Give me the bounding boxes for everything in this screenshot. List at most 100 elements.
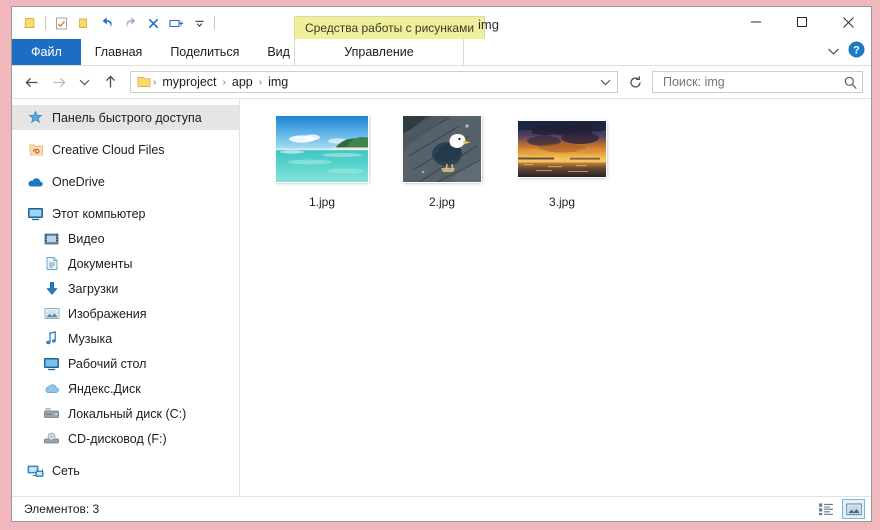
pictures-icon [42,305,61,322]
new-folder-icon[interactable] [73,12,95,34]
sidebar-item-onedrive[interactable]: OneDrive [12,169,239,194]
address-bar-row: › myproject › app › img [12,66,871,98]
maximize-button[interactable] [779,7,825,37]
sidebar-item-label: Загрузки [68,281,119,296]
svg-text:?: ? [853,44,860,56]
videos-icon [42,230,61,247]
file-name: 2.jpg [428,195,456,209]
sidebar-gap-3 [12,194,239,201]
tab-manage[interactable]: Управление [294,39,464,65]
window-title: img [478,17,499,32]
search-box[interactable] [652,71,863,93]
sidebar-item-label: Видео [68,231,105,246]
redo-icon[interactable] [119,12,141,34]
downloads-icon [42,280,61,297]
title-bar: Средства работы с рисунками img [12,7,871,39]
sidebar-item-label: Яндекс.Диск [68,381,141,396]
breadcrumb[interactable]: › myproject › app › img [130,71,618,93]
ribbon-tab-bar: Файл Главная Поделиться Вид Управление ? [12,39,871,66]
breadcrumb-item-myproject[interactable]: myproject [157,75,221,89]
sidebar-item-label: Панель быстрого доступа [52,110,202,125]
tab-share[interactable]: Поделиться [156,39,253,65]
sidebar-item-network[interactable]: Сеть [12,458,239,483]
yandex-disk-icon [42,380,61,397]
help-icon[interactable]: ? [848,41,865,63]
undo-icon[interactable] [96,12,118,34]
refresh-button[interactable] [624,71,646,93]
qat-chevron-down-icon[interactable] [188,12,210,34]
network-icon [26,462,45,479]
forward-button[interactable] [46,70,70,94]
back-button[interactable] [20,70,44,94]
window-controls [733,7,871,37]
qat-separator-2 [214,16,215,30]
breadcrumb-item-app[interactable]: app [227,75,258,89]
onedrive-icon [26,173,45,190]
status-bar: Элементов: 3 [12,496,871,521]
large-icons-view-button[interactable] [842,499,865,519]
sidebar-item-label: OneDrive [52,174,105,189]
details-view-button[interactable] [814,499,837,519]
properties-icon[interactable] [50,12,72,34]
file-grid: 1.jpg 2.jpg 3.jpg [262,113,871,209]
minimize-button[interactable] [733,7,779,37]
sidebar-item-creative-cloud-files[interactable]: Creative Cloud Files [12,137,239,162]
tropical-beach-photo[interactable] [276,116,368,182]
sidebar-item-downloads[interactable]: Загрузки [12,276,239,301]
sidebar-item-pictures[interactable]: Изображения [12,301,239,326]
sidebar-item-desktop[interactable]: Рабочий стол [12,351,239,376]
sidebar-item-documents[interactable]: Документы [12,251,239,276]
sidebar-item-label: Creative Cloud Files [52,142,165,157]
seagull-on-dock-photo[interactable] [403,116,481,182]
tab-file[interactable]: Файл [12,39,81,65]
up-button[interactable] [98,70,122,94]
documents-icon [42,255,61,272]
recent-locations-chevron-down-icon[interactable] [72,70,96,94]
item-count-label: Элементов: 3 [24,502,100,516]
ribbon-expand-chevron-down-icon[interactable] [827,43,840,61]
sidebar-item-label: Сеть [52,463,80,478]
close-button[interactable] [825,7,871,37]
creative-cloud-icon [26,141,45,158]
delete-icon[interactable] [142,12,164,34]
search-icon[interactable] [843,75,858,90]
sidebar-gap-2 [12,162,239,169]
breadcrumb-chevron-down-icon[interactable] [595,78,615,87]
sunset-over-water-photo[interactable] [518,121,606,177]
sidebar-item-label: Этот компьютер [52,206,146,221]
sidebar-item-local-disk-c[interactable]: Локальный диск (C:) [12,401,239,426]
music-icon [42,330,61,347]
file-name: 3.jpg [548,195,576,209]
breadcrumb-item-img[interactable]: img [263,75,293,89]
thumbnail-wrapper [515,113,609,185]
file-item[interactable]: 3.jpg [502,113,622,209]
qat-separator-1 [45,16,46,30]
tab-home[interactable]: Главная [81,39,157,65]
sidebar-item-label: Музыка [68,331,113,346]
view-mode-buttons [814,499,865,519]
folder-icon[interactable] [19,12,41,34]
this-pc-icon [26,205,45,222]
sidebar-item-cd-drive-f[interactable]: CD-дисковод (F:) [12,426,239,451]
file-name: 1.jpg [308,195,336,209]
sidebar-item-music[interactable]: Музыка [12,326,239,351]
search-input[interactable] [661,74,843,90]
file-item[interactable]: 1.jpg [262,113,382,209]
sidebar-item-yandex-disk[interactable]: Яндекс.Диск [12,376,239,401]
sidebar-item-label: Документы [68,256,133,271]
quick-access-toolbar [12,7,218,39]
navigation-pane[interactable]: Панель быстрого доступа Creative Cloud F… [12,99,240,496]
file-item[interactable]: 2.jpg [382,113,502,209]
explorer-window: Средства работы с рисунками img Файл Гла… [11,6,872,522]
hard-drive-icon [42,405,61,422]
ribbon-right-controls: ? [827,39,865,65]
contextual-tab-title[interactable]: Средства работы с рисунками [294,16,486,39]
sidebar-item-videos[interactable]: Видео [12,226,239,251]
thumbnail-wrapper [275,113,369,185]
desktop-icon [42,355,61,372]
rename-icon[interactable] [165,12,187,34]
sidebar-item-this-pc[interactable]: Этот компьютер [12,201,239,226]
sidebar-item-quick-access[interactable]: Панель быстрого доступа [12,105,239,130]
file-list-pane[interactable]: 1.jpg 2.jpg 3.jpg [240,99,871,496]
body-area: Панель быстрого доступа Creative Cloud F… [12,98,871,496]
